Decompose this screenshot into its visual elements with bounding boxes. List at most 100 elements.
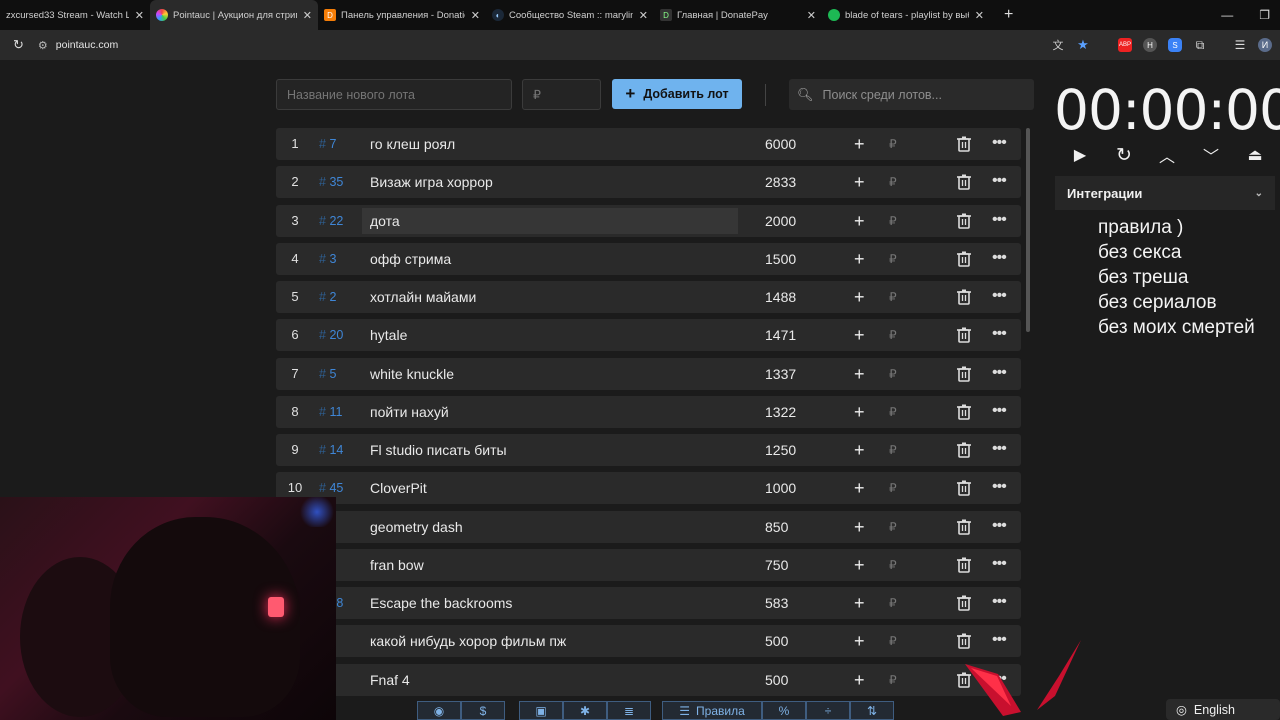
close-icon[interactable]: ✕ [135, 9, 144, 22]
ruble-icon[interactable]: ₽ [889, 166, 897, 198]
more-options-icon[interactable]: ••• [992, 166, 1007, 198]
ruble-icon[interactable]: ₽ [889, 281, 897, 313]
add-amount-icon[interactable]: + [854, 472, 865, 504]
lot-search-input[interactable]: 🔍︎ Поиск среди лотов... [789, 79, 1034, 110]
trash-icon[interactable] [957, 213, 971, 229]
lot-amount[interactable]: 500 [765, 664, 788, 696]
close-icon[interactable]: ✕ [471, 9, 480, 22]
profile-avatar[interactable]: И [1258, 38, 1272, 52]
trash-icon[interactable] [957, 442, 971, 458]
lot-name-field[interactable]: CloverPit [362, 475, 738, 501]
add-amount-icon[interactable]: + [854, 166, 865, 198]
ruble-icon[interactable]: ₽ [889, 205, 897, 237]
rules-button[interactable]: ☰ Правила [662, 701, 762, 720]
lots-scrollbar[interactable] [1026, 128, 1030, 332]
add-amount-icon[interactable]: + [854, 511, 865, 543]
chevron-up-icon[interactable]: ︿ [1156, 144, 1178, 166]
minimize-icon[interactable]: — [1221, 8, 1233, 22]
lot-amount[interactable]: 1471 [765, 319, 796, 351]
new-lot-name-input[interactable] [276, 79, 512, 110]
close-icon[interactable]: ✕ [303, 9, 312, 22]
bookmark-star-icon[interactable]: ★ [1076, 37, 1090, 52]
restore-icon[interactable]: ❐ [1259, 8, 1270, 22]
close-icon[interactable]: ✕ [639, 9, 648, 22]
lot-name-field[interactable]: Визаж игра хоррор [362, 169, 738, 195]
new-tab-button[interactable]: + [1004, 6, 1013, 24]
lot-name-field[interactable]: хотлайн майами [362, 284, 738, 310]
lot-amount[interactable]: 1337 [765, 358, 796, 390]
lot-name-field[interactable]: Escape the backrooms [362, 590, 738, 616]
ruble-icon[interactable]: ₽ [889, 396, 897, 428]
eject-icon[interactable]: ⏏ [1244, 144, 1266, 166]
lot-name-field[interactable]: офф стрима [362, 246, 738, 272]
lot-amount[interactable]: 583 [765, 587, 788, 619]
trash-icon[interactable] [957, 480, 971, 497]
add-lot-button[interactable]: + Добавить лот [612, 79, 742, 109]
tab-pointauc[interactable]: Pointauc | Аукцион для стрим ✕ [150, 0, 318, 30]
lot-amount[interactable]: 500 [765, 625, 788, 657]
reading-list-icon[interactable]: ☰ [1233, 38, 1247, 52]
ruble-icon[interactable]: ₽ [889, 243, 897, 275]
add-amount-icon[interactable]: + [854, 549, 865, 581]
add-amount-icon[interactable]: + [854, 587, 865, 619]
tab-spotify[interactable]: blade of tears - playlist by выб ✕ [822, 0, 990, 30]
add-amount-icon[interactable]: + [854, 319, 865, 351]
more-options-icon[interactable]: ••• [992, 281, 1007, 313]
save-icon[interactable]: ▣ [519, 701, 563, 720]
close-icon[interactable]: ✕ [807, 9, 816, 22]
tab-steam[interactable]: ◐ Сообщество Steam :: marylin m ✕ [486, 0, 654, 30]
tab-donationalerts[interactable]: D Панель управления - Donation ✕ [318, 0, 486, 30]
extension-icon[interactable]: H [1143, 38, 1157, 52]
lot-name-field[interactable]: white knuckle [362, 361, 738, 387]
ruble-icon[interactable]: ₽ [889, 549, 897, 581]
trash-icon[interactable] [957, 595, 971, 611]
extension-icon[interactable]: S [1168, 38, 1182, 52]
more-options-icon[interactable]: ••• [992, 472, 1007, 504]
lot-name-field[interactable]: какой нибудь хорор фильм пж [362, 628, 738, 654]
tab-stream[interactable]: zxcursed33 Stream - Watch Live ✕ [0, 0, 150, 30]
add-amount-icon[interactable]: + [854, 664, 865, 696]
trash-icon[interactable] [957, 251, 971, 267]
language-selector[interactable]: ◎ English [1166, 699, 1280, 720]
more-options-icon[interactable]: ••• [992, 511, 1007, 543]
ruble-icon[interactable]: ₽ [889, 472, 897, 504]
ruble-icon[interactable]: ₽ [889, 625, 897, 657]
extensions-puzzle-icon[interactable]: ⧉ [1193, 38, 1207, 52]
split-icon[interactable]: ÷ [806, 701, 850, 720]
add-amount-icon[interactable]: + [854, 243, 865, 275]
site-info-icon[interactable]: ⚙ [38, 39, 48, 52]
bug-icon[interactable]: ✱ [563, 701, 607, 720]
url-field[interactable]: pointauc.com [56, 39, 118, 51]
trash-icon[interactable] [957, 404, 971, 420]
ruble-icon[interactable]: ₽ [889, 587, 897, 619]
lot-name-field[interactable]: дота [362, 207, 738, 234]
reset-icon[interactable]: ↻ [1113, 144, 1135, 166]
more-options-icon[interactable]: ••• [992, 319, 1007, 351]
trash-icon[interactable] [957, 174, 971, 191]
lot-name-field[interactable]: fran bow [362, 552, 738, 578]
add-amount-icon[interactable]: + [854, 396, 865, 428]
trash-icon[interactable] [957, 557, 971, 573]
lot-amount[interactable]: 750 [765, 549, 788, 581]
trash-icon[interactable] [957, 289, 971, 305]
add-amount-icon[interactable]: + [854, 205, 865, 237]
reload-icon[interactable]: ↻ [13, 37, 24, 53]
chevron-down-icon[interactable]: ﹀ [1200, 144, 1222, 166]
ruble-icon[interactable]: ₽ [889, 358, 897, 390]
lot-amount[interactable]: 1322 [765, 396, 796, 428]
add-amount-icon[interactable]: + [854, 625, 865, 657]
trash-icon[interactable] [957, 327, 971, 344]
integrations-panel[interactable]: Интеграции ⌄ [1055, 176, 1275, 210]
more-options-icon[interactable]: ••• [992, 434, 1007, 466]
percent-icon[interactable]: % [762, 701, 806, 720]
lot-name-field[interactable]: geometry dash [362, 514, 738, 540]
sort-icon[interactable]: ⇅ [850, 701, 894, 720]
more-options-icon[interactable]: ••• [992, 205, 1007, 237]
trash-icon[interactable] [957, 136, 971, 152]
clear-list-icon[interactable]: ≣ [607, 701, 651, 720]
lot-name-field[interactable]: hytale [362, 322, 738, 348]
dollar-icon[interactable]: $ [461, 701, 505, 720]
lot-amount[interactable]: 1250 [765, 434, 796, 466]
ruble-icon[interactable]: ₽ [889, 319, 897, 351]
lot-amount[interactable]: 2000 [765, 205, 796, 237]
